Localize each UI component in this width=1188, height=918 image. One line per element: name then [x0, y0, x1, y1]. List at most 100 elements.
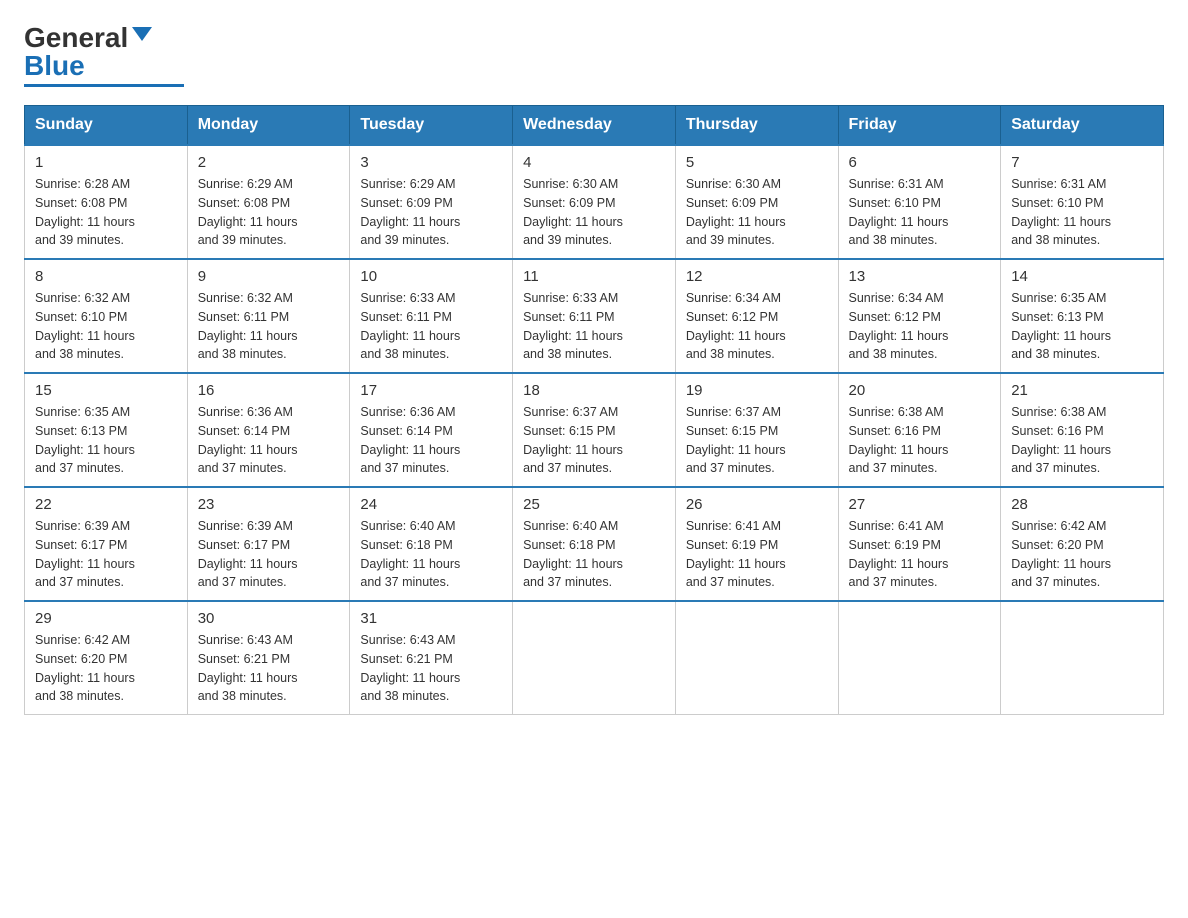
day-cell: 12 Sunrise: 6:34 AM Sunset: 6:12 PM Dayl… [675, 259, 838, 373]
sunrise-label: Sunrise: 6:30 AM [686, 177, 781, 191]
sunrise-label: Sunrise: 6:41 AM [849, 519, 944, 533]
header-cell-sunday: Sunday [25, 106, 188, 146]
daylight-label: Daylight: 11 hoursand 39 minutes. [360, 215, 460, 248]
day-number: 4 [523, 154, 665, 171]
logo-blue-text: Blue [24, 52, 85, 80]
day-number: 23 [198, 496, 340, 513]
sunrise-label: Sunrise: 6:35 AM [1011, 291, 1106, 305]
sunrise-label: Sunrise: 6:37 AM [686, 405, 781, 419]
day-cell: 16 Sunrise: 6:36 AM Sunset: 6:14 PM Dayl… [187, 373, 350, 487]
day-number: 13 [849, 268, 991, 285]
day-info: Sunrise: 6:38 AM Sunset: 6:16 PM Dayligh… [1011, 403, 1153, 478]
day-cell: 24 Sunrise: 6:40 AM Sunset: 6:18 PM Dayl… [350, 487, 513, 601]
day-cell: 30 Sunrise: 6:43 AM Sunset: 6:21 PM Dayl… [187, 601, 350, 715]
sunset-label: Sunset: 6:14 PM [198, 424, 290, 438]
day-info: Sunrise: 6:35 AM Sunset: 6:13 PM Dayligh… [1011, 289, 1153, 364]
sunset-label: Sunset: 6:11 PM [198, 310, 290, 324]
daylight-label: Daylight: 11 hoursand 38 minutes. [198, 329, 298, 362]
week-row-4: 22 Sunrise: 6:39 AM Sunset: 6:17 PM Dayl… [25, 487, 1164, 601]
day-info: Sunrise: 6:40 AM Sunset: 6:18 PM Dayligh… [360, 517, 502, 592]
day-info: Sunrise: 6:32 AM Sunset: 6:11 PM Dayligh… [198, 289, 340, 364]
sunset-label: Sunset: 6:13 PM [1011, 310, 1103, 324]
sunset-label: Sunset: 6:10 PM [849, 196, 941, 210]
day-cell: 8 Sunrise: 6:32 AM Sunset: 6:10 PM Dayli… [25, 259, 188, 373]
day-number: 18 [523, 382, 665, 399]
sunset-label: Sunset: 6:17 PM [35, 538, 127, 552]
day-info: Sunrise: 6:36 AM Sunset: 6:14 PM Dayligh… [198, 403, 340, 478]
sunset-label: Sunset: 6:19 PM [686, 538, 778, 552]
daylight-label: Daylight: 11 hoursand 39 minutes. [523, 215, 623, 248]
day-cell: 29 Sunrise: 6:42 AM Sunset: 6:20 PM Dayl… [25, 601, 188, 715]
sunrise-label: Sunrise: 6:32 AM [198, 291, 293, 305]
header-cell-tuesday: Tuesday [350, 106, 513, 146]
daylight-label: Daylight: 11 hoursand 38 minutes. [1011, 215, 1111, 248]
sunset-label: Sunset: 6:15 PM [686, 424, 778, 438]
day-cell: 21 Sunrise: 6:38 AM Sunset: 6:16 PM Dayl… [1001, 373, 1164, 487]
day-cell: 15 Sunrise: 6:35 AM Sunset: 6:13 PM Dayl… [25, 373, 188, 487]
day-number: 28 [1011, 496, 1153, 513]
day-cell: 18 Sunrise: 6:37 AM Sunset: 6:15 PM Dayl… [513, 373, 676, 487]
sunset-label: Sunset: 6:10 PM [35, 310, 127, 324]
day-cell: 10 Sunrise: 6:33 AM Sunset: 6:11 PM Dayl… [350, 259, 513, 373]
sunrise-label: Sunrise: 6:29 AM [198, 177, 293, 191]
daylight-label: Daylight: 11 hoursand 38 minutes. [849, 215, 949, 248]
day-info: Sunrise: 6:29 AM Sunset: 6:09 PM Dayligh… [360, 175, 502, 250]
daylight-label: Daylight: 11 hoursand 38 minutes. [360, 329, 460, 362]
day-number: 19 [686, 382, 828, 399]
sunset-label: Sunset: 6:15 PM [523, 424, 615, 438]
day-cell: 28 Sunrise: 6:42 AM Sunset: 6:20 PM Dayl… [1001, 487, 1164, 601]
day-cell [675, 601, 838, 715]
day-number: 31 [360, 610, 502, 627]
sunrise-label: Sunrise: 6:43 AM [360, 633, 455, 647]
day-cell: 23 Sunrise: 6:39 AM Sunset: 6:17 PM Dayl… [187, 487, 350, 601]
sunrise-label: Sunrise: 6:40 AM [523, 519, 618, 533]
sunset-label: Sunset: 6:16 PM [849, 424, 941, 438]
day-cell [838, 601, 1001, 715]
day-info: Sunrise: 6:32 AM Sunset: 6:10 PM Dayligh… [35, 289, 177, 364]
sunrise-label: Sunrise: 6:39 AM [198, 519, 293, 533]
daylight-label: Daylight: 11 hoursand 39 minutes. [35, 215, 135, 248]
day-info: Sunrise: 6:30 AM Sunset: 6:09 PM Dayligh… [686, 175, 828, 250]
day-number: 14 [1011, 268, 1153, 285]
day-cell [1001, 601, 1164, 715]
day-number: 24 [360, 496, 502, 513]
daylight-label: Daylight: 11 hoursand 38 minutes. [198, 671, 298, 704]
day-cell: 1 Sunrise: 6:28 AM Sunset: 6:08 PM Dayli… [25, 145, 188, 259]
day-info: Sunrise: 6:31 AM Sunset: 6:10 PM Dayligh… [1011, 175, 1153, 250]
day-number: 21 [1011, 382, 1153, 399]
sunrise-label: Sunrise: 6:38 AM [1011, 405, 1106, 419]
daylight-label: Daylight: 11 hoursand 38 minutes. [686, 329, 786, 362]
day-cell: 9 Sunrise: 6:32 AM Sunset: 6:11 PM Dayli… [187, 259, 350, 373]
day-info: Sunrise: 6:39 AM Sunset: 6:17 PM Dayligh… [198, 517, 340, 592]
sunset-label: Sunset: 6:12 PM [849, 310, 941, 324]
sunset-label: Sunset: 6:09 PM [360, 196, 452, 210]
day-info: Sunrise: 6:40 AM Sunset: 6:18 PM Dayligh… [523, 517, 665, 592]
daylight-label: Daylight: 11 hoursand 38 minutes. [35, 671, 135, 704]
day-cell: 31 Sunrise: 6:43 AM Sunset: 6:21 PM Dayl… [350, 601, 513, 715]
sunrise-label: Sunrise: 6:33 AM [360, 291, 455, 305]
sunrise-label: Sunrise: 6:28 AM [35, 177, 130, 191]
sunrise-label: Sunrise: 6:31 AM [849, 177, 944, 191]
day-number: 7 [1011, 154, 1153, 171]
day-info: Sunrise: 6:33 AM Sunset: 6:11 PM Dayligh… [360, 289, 502, 364]
day-cell: 2 Sunrise: 6:29 AM Sunset: 6:08 PM Dayli… [187, 145, 350, 259]
day-info: Sunrise: 6:35 AM Sunset: 6:13 PM Dayligh… [35, 403, 177, 478]
sunrise-label: Sunrise: 6:33 AM [523, 291, 618, 305]
sunset-label: Sunset: 6:09 PM [686, 196, 778, 210]
daylight-label: Daylight: 11 hoursand 37 minutes. [1011, 443, 1111, 476]
logo-general-text: General [24, 24, 128, 52]
day-number: 15 [35, 382, 177, 399]
daylight-label: Daylight: 11 hoursand 38 minutes. [360, 671, 460, 704]
day-number: 2 [198, 154, 340, 171]
sunset-label: Sunset: 6:10 PM [1011, 196, 1103, 210]
day-info: Sunrise: 6:34 AM Sunset: 6:12 PM Dayligh… [686, 289, 828, 364]
daylight-label: Daylight: 11 hoursand 37 minutes. [686, 443, 786, 476]
day-number: 20 [849, 382, 991, 399]
day-info: Sunrise: 6:38 AM Sunset: 6:16 PM Dayligh… [849, 403, 991, 478]
day-number: 1 [35, 154, 177, 171]
header-cell-thursday: Thursday [675, 106, 838, 146]
sunrise-label: Sunrise: 6:39 AM [35, 519, 130, 533]
day-info: Sunrise: 6:39 AM Sunset: 6:17 PM Dayligh… [35, 517, 177, 592]
daylight-label: Daylight: 11 hoursand 38 minutes. [523, 329, 623, 362]
day-number: 29 [35, 610, 177, 627]
